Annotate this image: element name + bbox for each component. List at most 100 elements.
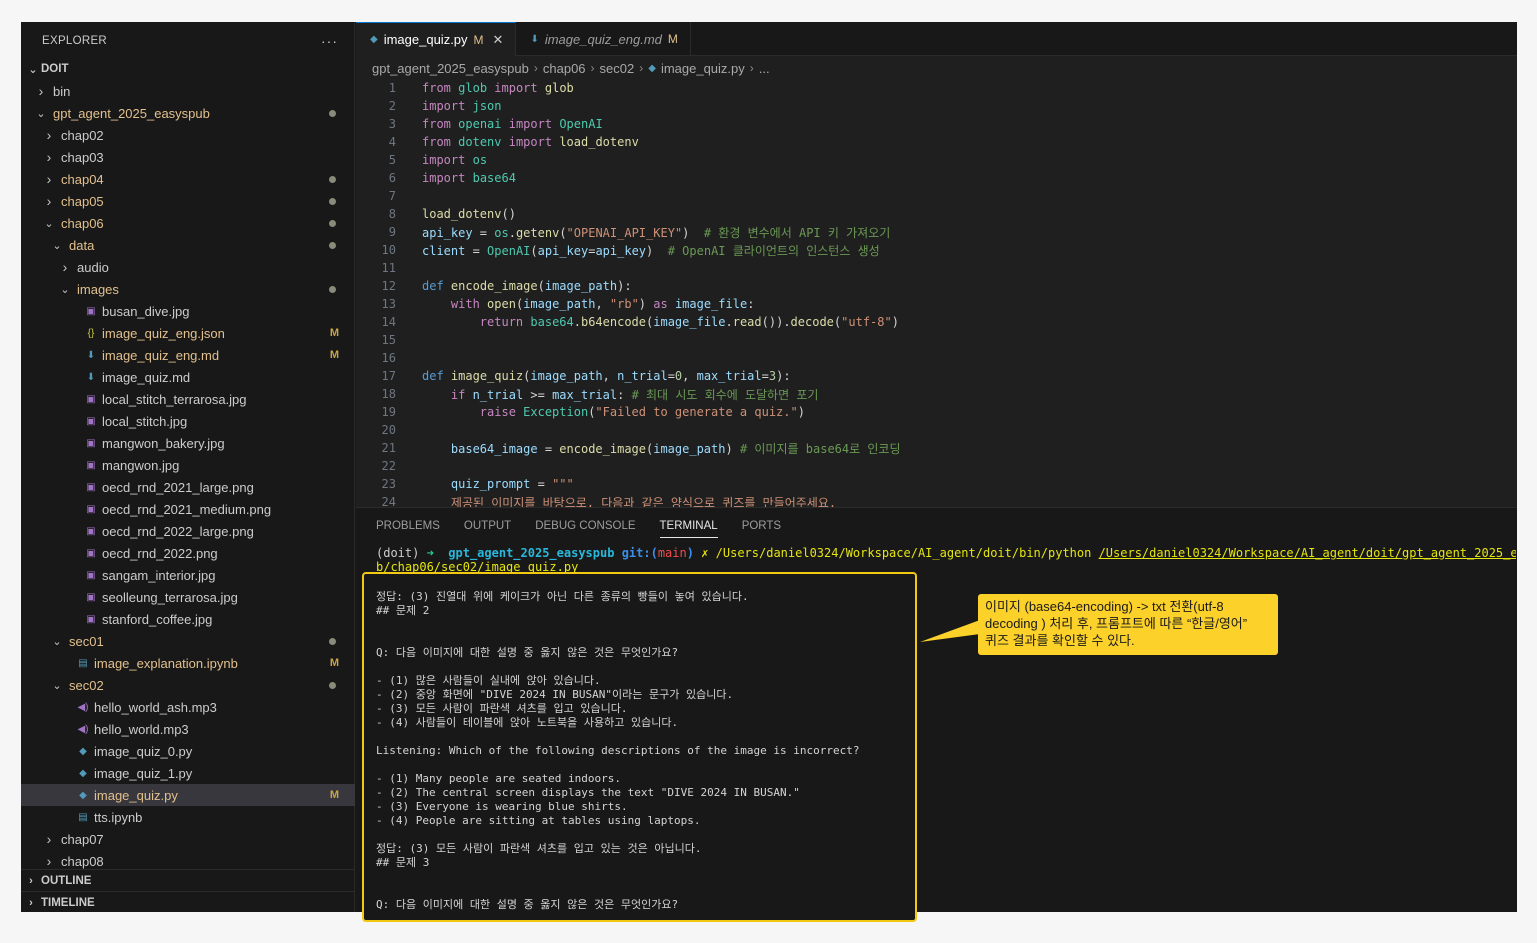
python-file-icon: ◆ <box>79 789 87 801</box>
code-line: 12 def encode_image(image_path): <box>356 277 1517 295</box>
code-token: glob <box>458 81 488 95</box>
tree-folder[interactable]: ⌄ data <box>21 234 355 256</box>
tree-file[interactable]: ⬇ image_quiz.md <box>21 366 355 388</box>
tree-file[interactable]: ▣ oecd_rnd_2021_large.png <box>21 476 355 498</box>
tab-terminal[interactable]: TERMINAL <box>659 508 718 544</box>
image-file-icon: ▣ <box>86 415 96 427</box>
tree-file[interactable]: ▣ stanford_coffee.jpg <box>21 608 355 630</box>
image-file-icon: ▣ <box>86 437 96 449</box>
line-number: 3 <box>388 117 396 131</box>
code-line: 10 client = OpenAI(api_key=api_key) # Ope… <box>356 241 1517 259</box>
image-file-icon: ▣ <box>86 569 96 581</box>
tree-item-label: image_quiz.md <box>102 369 191 385</box>
tree-file[interactable]: {} image_quiz_eng.json M <box>21 322 355 344</box>
code-token: = <box>667 369 675 383</box>
tab-ports[interactable]: PORTS <box>742 508 781 544</box>
breadcrumb-item[interactable]: image_quiz.py <box>661 61 745 76</box>
tab-image-quiz-eng-md[interactable]: ⬇ image_quiz_eng.md M <box>516 22 691 56</box>
terminal-prompt-line: (doit) ➜ gpt_agent_2025_easyspub git:(ma… <box>376 546 1516 560</box>
breadcrumb-item[interactable]: sec02 <box>600 61 635 76</box>
tree-folder[interactable]: › chap04 <box>21 168 355 190</box>
tree-file[interactable]: ▣ oecd_rnd_2022.png <box>21 542 355 564</box>
breadcrumb-item[interactable]: gpt_agent_2025_easyspub <box>372 61 529 76</box>
code-token: n_trial <box>617 369 668 383</box>
tree-file[interactable]: ▣ mangwon.jpg <box>21 454 355 476</box>
code-line: 16 <box>356 349 1517 367</box>
breadcrumb-item[interactable]: chap06 <box>543 61 586 76</box>
tree-file[interactable]: ◆ image_quiz_1.py <box>21 762 355 784</box>
tree-file[interactable]: ◆ image_quiz.py M <box>21 784 355 806</box>
tree-folder[interactable]: ⌄ sec01 <box>21 630 355 652</box>
more-actions-icon[interactable]: ··· <box>321 33 338 49</box>
tree-item-label: chap02 <box>61 127 104 143</box>
code-text: with open(image_path, "rb") as image_fil… <box>396 297 755 311</box>
tab-problems[interactable]: PROBLEMS <box>376 508 440 544</box>
callout-pointer-icon <box>920 620 980 642</box>
notebook-file-icon: ▤ <box>78 811 88 823</box>
code-token: glob <box>544 81 574 95</box>
code-token: >= <box>523 387 553 402</box>
tree-folder[interactable]: › chap07 <box>21 828 355 850</box>
python-path[interactable]: /Users/daniel0324/Workspace/AI_agent/doi… <box>716 546 1092 560</box>
tree-file[interactable]: ▣ seolleung_terrarosa.jpg <box>21 586 355 608</box>
line-number: 4 <box>388 135 396 149</box>
annotation-line-3: 퀴즈 결과를 확인할 수 있다. <box>985 633 1135 648</box>
tab-debug-console[interactable]: DEBUG CONSOLE <box>535 508 635 544</box>
tree-file[interactable]: ⬇ image_quiz_eng.md M <box>21 344 355 366</box>
modified-dot-icon <box>329 681 336 689</box>
tree-file[interactable]: ▣ oecd_rnd_2021_medium.png <box>21 498 355 520</box>
tree-folder[interactable]: › chap02 <box>21 124 355 146</box>
code-token: base64 <box>530 315 574 329</box>
tree-folder[interactable]: ⌄ gpt_agent_2025_easyspub <box>21 102 355 124</box>
tree-file[interactable]: ◀) hello_world.mp3 <box>21 718 355 740</box>
terminal[interactable]: (doit) ➜ gpt_agent_2025_easyspub git:(ma… <box>376 546 1516 574</box>
tree-file[interactable]: ▣ mangwon_bakery.jpg <box>21 432 355 454</box>
script-path[interactable]: /Users/daniel0324/Workspace/AI_agent/doi… <box>1099 546 1516 560</box>
tree-folder[interactable]: ⌄ images <box>21 278 355 300</box>
tree-folder[interactable]: › bin <box>21 80 355 102</box>
tree-file[interactable]: ▣ sangam_interior.jpg <box>21 564 355 586</box>
code-token: image_quiz <box>450 369 524 383</box>
python-file-icon: ◆ <box>648 62 656 74</box>
code-token: image_file <box>674 297 748 311</box>
tree-file[interactable]: ▣ busan_dive.jpg <box>21 300 355 322</box>
tree-root[interactable]: ⌄ DOIT <box>21 58 355 80</box>
breadcrumb-item[interactable]: ... <box>759 61 770 76</box>
code-token: ) <box>646 243 668 258</box>
code-token: = <box>537 441 560 456</box>
code-token: load_dotenv <box>422 207 502 221</box>
tree-folder[interactable]: › audio <box>21 256 355 278</box>
code-token: max_trial <box>552 387 618 402</box>
tree-file[interactable]: ▣ local_stitch.jpg <box>21 410 355 432</box>
code-token: OpenAI <box>487 243 531 258</box>
terminal-output-line: 정답: (3) 모든 사람이 파란색 셔츠를 입고 있는 것은 아닙니다. <box>376 842 702 855</box>
outline-section[interactable]: › OUTLINE <box>21 869 355 891</box>
code-text: raise Exception("Failed to generate a qu… <box>396 405 805 419</box>
code-editor[interactable]: 1 from glob import glob 2 import json 3 from … <box>356 79 1517 507</box>
tree-folder[interactable]: ⌄ chap06 <box>21 212 355 234</box>
tree-item-label: image_quiz_0.py <box>94 743 193 759</box>
code-token: , <box>602 369 618 383</box>
timeline-section[interactable]: › TIMELINE <box>21 891 355 912</box>
tree-file[interactable]: ▣ oecd_rnd_2022_large.png <box>21 520 355 542</box>
tab-image-quiz-py[interactable]: ◆ image_quiz.py M ✕ <box>356 22 517 56</box>
tree-file[interactable]: ▣ local_stitch_terrarosa.jpg <box>21 388 355 410</box>
tree-file[interactable]: ◆ image_quiz_0.py <box>21 740 355 762</box>
tree-folder[interactable]: › chap05 <box>21 190 355 212</box>
code-text: 제공된 이미지를 바탕으로, 다음과 같은 양식으로 퀴즈를 만들어주세요. <box>396 494 836 508</box>
tree-file[interactable]: ▤ tts.ipynb <box>21 806 355 828</box>
tree-file[interactable]: ▤ image_explanation.ipynb M <box>21 652 355 674</box>
close-icon[interactable]: ✕ <box>493 32 504 48</box>
tree-file[interactable]: ◀) hello_world_ash.mp3 <box>21 696 355 718</box>
tree-folder[interactable]: ⌄ sec02 <box>21 674 355 696</box>
code-line: 1 from glob import glob <box>356 79 1517 97</box>
tab-output[interactable]: OUTPUT <box>464 508 511 544</box>
tree-folder[interactable]: › chap03 <box>21 146 355 168</box>
code-line: 8 load_dotenv() <box>356 205 1517 223</box>
